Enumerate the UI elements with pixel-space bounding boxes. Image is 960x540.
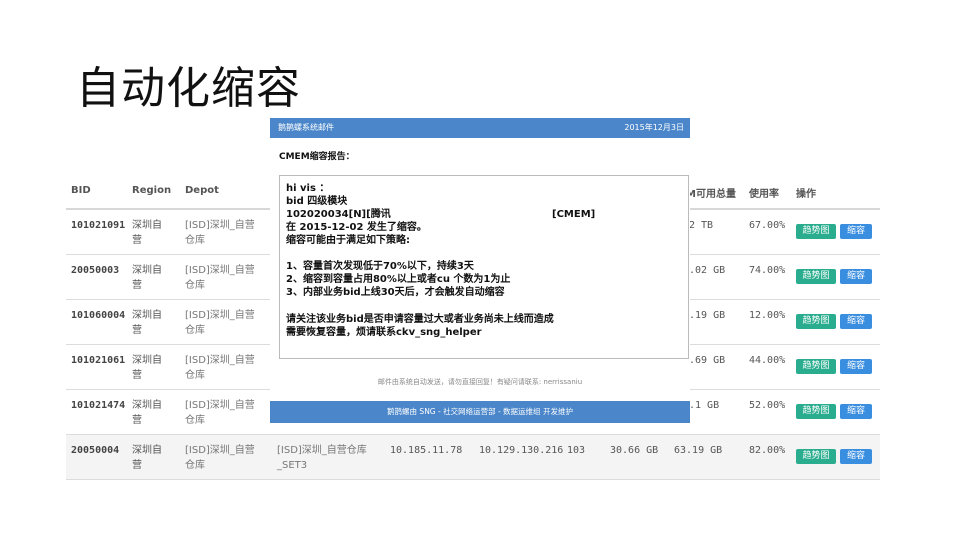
usage-cell: 12.00%: [749, 310, 786, 321]
usage-cell: 74.00%: [749, 265, 786, 276]
slide-title: 自动化缩容: [76, 63, 301, 114]
email-subject: CMEM缩容报告：: [279, 152, 355, 162]
email-notice-1: 请关注该业务bid是否申请容量过大或者业务尚未上线而造成: [286, 314, 554, 325]
email-cmem-tag: [CMEM]: [552, 209, 596, 220]
depot-cell: [ISD]深圳_自营: [185, 220, 255, 231]
trend-chart-button[interactable]: 趋势图: [796, 269, 836, 284]
depot-cell: 仓库: [185, 415, 205, 426]
capacity-cell: 63.19 GB: [674, 445, 723, 456]
shrink-button[interactable]: 缩容: [840, 269, 872, 284]
bid-cell: 101021091: [71, 220, 126, 231]
capacity-cell: .19 GB: [689, 310, 726, 321]
usage-cell: 82.00%: [749, 445, 786, 456]
trend-chart-button[interactable]: 趋势图: [796, 224, 836, 239]
region-cell: 深圳自: [132, 220, 162, 231]
depot-cell: [ISD]深圳_自营: [185, 355, 255, 366]
bid-cell: 101060004: [71, 310, 126, 321]
email-module: bid 四级模块: [286, 196, 348, 207]
region-cell: 营: [132, 370, 142, 381]
email-sender: 鹅鹊螺系统邮件: [278, 123, 334, 132]
header-usage: 使用率: [749, 189, 779, 200]
region-cell: 营: [132, 235, 142, 246]
email-header: 鹅鹊螺系统邮件 2015年12月3日: [270, 118, 690, 138]
header-depot: Depot: [185, 185, 219, 196]
shrink-button[interactable]: 缩容: [840, 314, 872, 329]
usage-cell: 44.00%: [749, 355, 786, 366]
email-date-line: 在 2015-12-02 发生了缩容。: [286, 222, 427, 233]
ip-cell: 10.185.11.78: [390, 445, 463, 456]
shrink-button[interactable]: 缩容: [840, 359, 872, 374]
region-cell: 营: [132, 415, 142, 426]
depot-cell: 仓库: [185, 460, 205, 471]
email-bid-line: 102020034[N][腾讯: [286, 209, 391, 220]
depot-cell: [ISD]深圳_自营: [185, 400, 255, 411]
used-cell: 30.66 GB: [610, 445, 659, 456]
set-cell: _SET3: [277, 460, 308, 471]
depot-cell: [ISD]深圳_自营: [185, 265, 255, 276]
usage-cell: 52.00%: [749, 400, 786, 411]
region-cell: 深圳自: [132, 445, 162, 456]
region-cell: 深圳自: [132, 355, 162, 366]
email-greeting: hi vis ：: [286, 183, 330, 194]
depot-cell: 仓库: [185, 280, 205, 291]
region-cell: 营: [132, 280, 142, 291]
depot-cell: 仓库: [185, 325, 205, 336]
region-cell: 营: [132, 460, 142, 471]
region-cell: 深圳自: [132, 310, 162, 321]
port-cell: 103: [567, 445, 586, 456]
trend-chart-button[interactable]: 趋势图: [796, 314, 836, 329]
shrink-report-email: 鹅鹊螺系统邮件 2015年12月3日 CMEM缩容报告： hi vis ： bi…: [270, 118, 690, 423]
capacity-cell: 2 TB: [689, 220, 714, 231]
email-policy-2: 2、缩容到容量占用80%以上或者cu 个数为1为止: [286, 274, 511, 285]
capacity-cell: .1 GB: [689, 400, 720, 411]
email-policy-1: 1、容量首次发现低于70%以下，持续3天: [286, 261, 474, 272]
bid-cell: 20050003: [71, 265, 120, 276]
bid-cell: 101021061: [71, 355, 126, 366]
trend-chart-button[interactable]: 趋势图: [796, 359, 836, 374]
header-action: 操作: [796, 189, 816, 200]
header-capacity: M可用总量: [686, 189, 736, 200]
shrink-button[interactable]: 缩容: [840, 224, 872, 239]
bid-cell: 20050004: [71, 445, 120, 456]
header-region: Region: [132, 185, 172, 196]
email-policy-intro: 缩容可能由于满足如下策略:: [286, 235, 410, 246]
bid-cell: 101021474: [71, 400, 126, 411]
ip-cell: 10.129.130.216: [479, 445, 564, 456]
depot-cell: 仓库: [185, 370, 205, 381]
region-cell: 深圳自: [132, 400, 162, 411]
capacity-cell: .02 GB: [689, 265, 726, 276]
depot-cell: [ISD]深圳_自营: [185, 310, 255, 321]
email-footnote: 邮件由系统自动发送，请勿直接回复！有疑问请联系: nerrissaniu: [377, 378, 583, 386]
usage-cell: 67.00%: [749, 220, 786, 231]
email-body: hi vis ： bid 四级模块 102020034[N][腾讯 [CMEM]…: [279, 175, 689, 359]
depot-cell: [ISD]深圳_自营: [185, 445, 255, 456]
email-notice-2: 需要恢复容量，烦请联系ckv_sng_helper: [286, 327, 482, 338]
email-date: 2015年12月3日: [624, 123, 684, 132]
capacity-cell: .69 GB: [689, 355, 726, 366]
table-row: 20050004 深圳自 营 [ISD]深圳_自营 仓库 [ISD]深圳_自营仓…: [66, 435, 880, 480]
shrink-button[interactable]: 缩容: [840, 404, 872, 419]
email-policy-3: 3、内部业务bid上线30天后，才会触发自动缩容: [286, 287, 505, 298]
region-cell: 营: [132, 325, 142, 336]
set-cell: [ISD]深圳_自营仓库: [277, 445, 367, 456]
trend-chart-button[interactable]: 趋势图: [796, 404, 836, 419]
email-footer: 鹅鹊螺由 SNG - 社交网络运营部 - 数据运维组 开发维护: [270, 401, 690, 423]
shrink-button[interactable]: 缩容: [840, 449, 872, 464]
header-bid: BID: [71, 185, 91, 196]
region-cell: 深圳自: [132, 265, 162, 276]
depot-cell: 仓库: [185, 235, 205, 246]
trend-chart-button[interactable]: 趋势图: [796, 449, 836, 464]
